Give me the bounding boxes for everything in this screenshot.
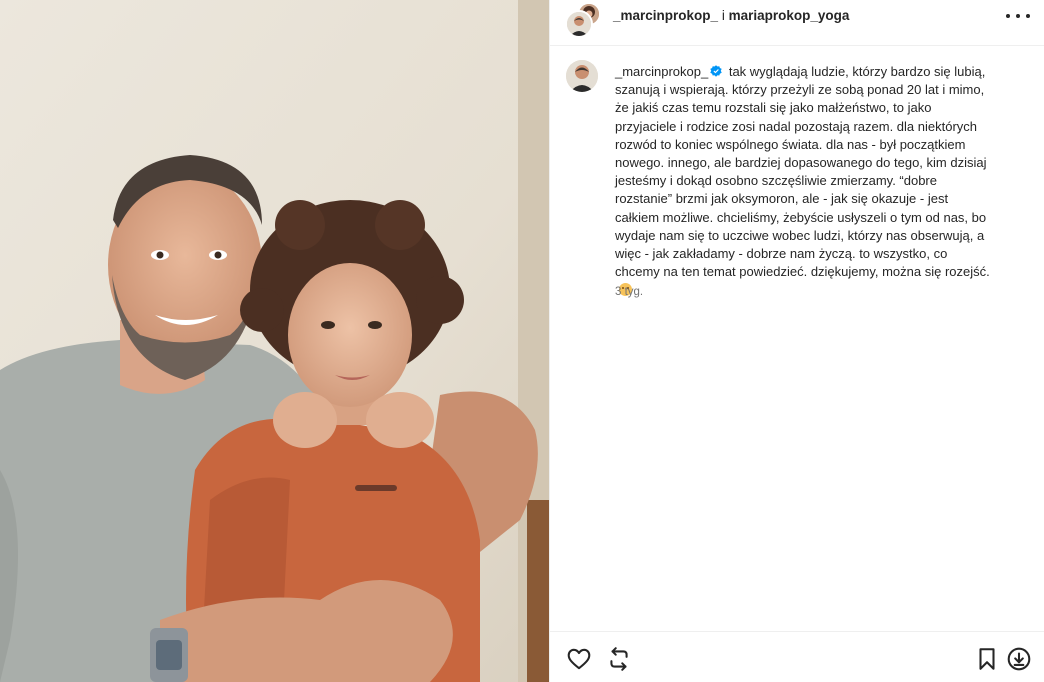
caption-username[interactable]: _marcinprokop_: [615, 64, 708, 79]
repost-icon[interactable]: [606, 646, 632, 672]
authors-separator: i: [721, 8, 729, 23]
post-actions-bar: [550, 631, 1044, 682]
post-authors: _marcinprokop_ i mariaprokop_yoga: [613, 8, 849, 23]
collab-avatars[interactable]: [565, 2, 601, 38]
post-details-panel: _marcinprokop_ i mariaprokop_yoga _marci…: [549, 0, 1044, 682]
author-link-secondary[interactable]: mariaprokop_yoga: [729, 8, 850, 23]
caption-body: tak wyglądają ludzie, którzy bardzo się …: [615, 64, 990, 280]
verified-badge-icon: [710, 65, 722, 77]
download-icon[interactable]: [1006, 646, 1032, 672]
avatar-marcinprokop[interactable]: [565, 10, 593, 38]
instagram-post: _marcinprokop_ i mariaprokop_yoga _marci…: [0, 0, 1044, 682]
post-photo[interactable]: [0, 0, 549, 682]
caption-avatar[interactable]: [566, 60, 598, 92]
more-options-icon[interactable]: [1006, 6, 1030, 26]
heart-icon[interactable]: [566, 646, 592, 672]
caption-text: _marcinprokop_ tak wyglądają ludzie, któ…: [615, 63, 995, 300]
post-header: _marcinprokop_ i mariaprokop_yoga: [550, 0, 1044, 46]
bookmark-icon[interactable]: [974, 646, 1000, 672]
post-photo-illustration: [0, 0, 549, 682]
post-timestamp[interactable]: 3 tyg.: [615, 286, 643, 298]
author-link-primary[interactable]: _marcinprokop_: [613, 8, 718, 23]
